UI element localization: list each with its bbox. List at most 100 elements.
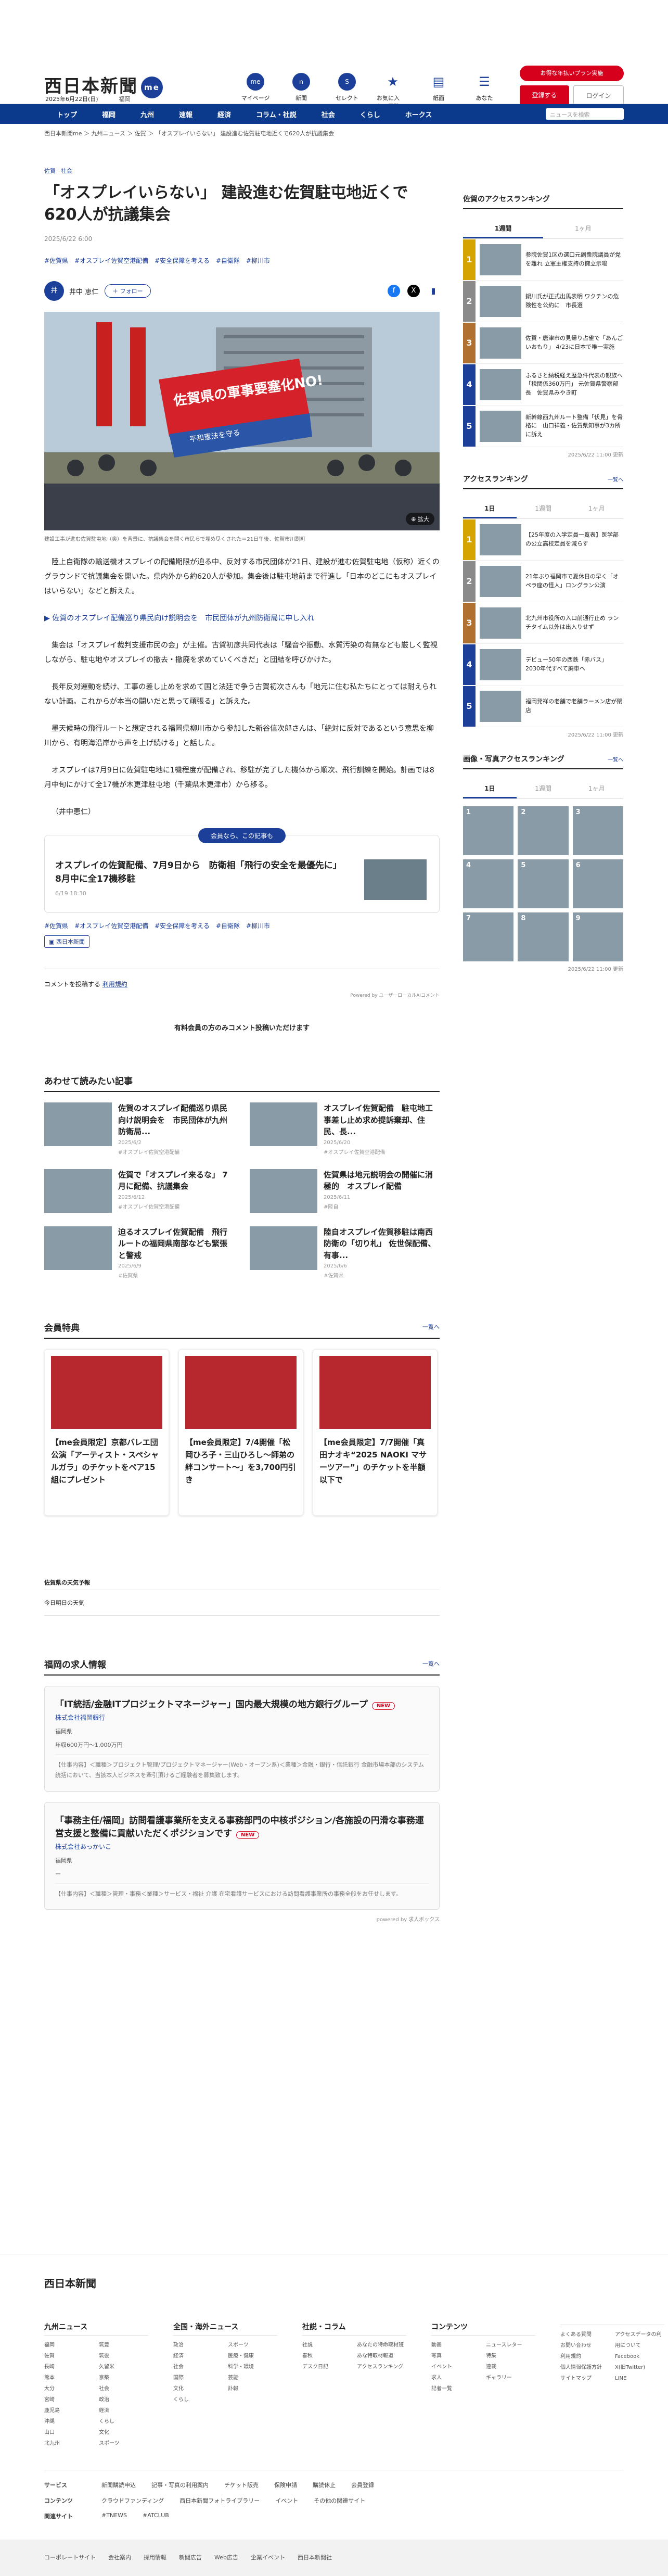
nav-item[interactable]: 速報 [166,109,205,119]
footer-link[interactable]: 求人 [431,2372,481,2383]
footer-link[interactable]: 山口 [44,2427,94,2438]
keyword-tag[interactable]: #自衛隊 [216,256,240,265]
footer-link[interactable]: アクセスランキング [357,2362,406,2372]
related-item[interactable]: 佐賀で「オスプレイ来るな」 7月に配備、抗議集会 2025/6/12 #オスプレイ佐… [44,1169,234,1213]
footer-link[interactable]: 利用規約 [560,2351,610,2362]
related-tag[interactable]: #オスプレイ佐賀空港配備 [118,1202,234,1210]
footer-row-link[interactable]: 記事・写真の利用案内 [151,2481,209,2489]
footer-link[interactable]: 個人情報保護方針 [560,2362,610,2373]
footer-link[interactable]: お問い合わせ [560,2340,610,2351]
member-benefit-card[interactable]: 【me会員限定】京都バレエ団公演「アーティスト・スペシャルガラ」のチケットをペア… [44,1349,169,1516]
footer-link[interactable]: 京築 [99,2372,148,2383]
bottom-link[interactable]: 新聞広告 [179,2553,202,2562]
photo-more-link[interactable]: 一覧へ [608,755,623,763]
footer-link[interactable]: 経済 [99,2405,148,2416]
footer-link[interactable]: 長崎 [44,2362,94,2372]
footer-row-link[interactable]: #ATCLUB [143,2512,169,2520]
footer-link[interactable]: 科学・環境 [228,2362,277,2372]
related-tag[interactable]: #オスプレイ佐賀空港配備 [118,1148,234,1156]
footer-link[interactable]: イベント [431,2362,481,2372]
related-tag[interactable]: #陸自 [324,1202,440,1210]
keyword-tag[interactable]: #オスプレイ佐賀空港配備 [74,921,148,930]
footer-link[interactable]: 文化 [173,2383,223,2394]
nav-item[interactable]: ホークス [393,109,445,119]
ranking-item[interactable]: 1 参院佐賀1区の選口元副衆院議員が党を離れ 立憲主権支持の擁立示唆 [463,239,623,281]
footer-link[interactable]: 国際 [173,2372,223,2383]
related-tag[interactable]: #佐賀県 [324,1271,440,1279]
ranking-item[interactable]: 2 鍋川氏が正式出馬表明 ワクチンの危険性を公約に 市長選 [463,281,623,322]
footer-row-link[interactable]: 保険申請 [274,2481,297,2489]
footer-link[interactable]: ニュースレター [486,2340,535,2351]
related-item[interactable]: 佐賀県は地元説明会の開催に消極的 オスプレイ配備 2025/6/11 #陸自 [250,1169,440,1213]
footer-row-link[interactable]: 新聞購読申込 [101,2481,136,2489]
footer-link[interactable]: くらし [99,2416,148,2427]
footer-link[interactable]: スポーツ [228,2340,277,2351]
follow-button[interactable]: ＋ フォロー [105,284,151,298]
footer-row-link[interactable]: その他の関連サイト [314,2496,365,2505]
footer-link[interactable]: 連載 [486,2362,535,2372]
footer-link[interactable]: デスク日記 [302,2362,352,2372]
member-benefit-card[interactable]: 【me会員限定】7/4開催「松岡ひろ子・三山ひろし～師弟の絆コンサート～」を3,… [178,1349,303,1516]
footer-link[interactable]: あな特取材報道 [357,2351,406,2362]
jobs-more-link[interactable]: 一覧へ [422,1659,440,1668]
bookmark-icon[interactable]: ▮ [427,285,440,297]
footer-link[interactable]: 大分 [44,2383,94,2394]
job-company[interactable]: 株式会社福岡銀行 [55,1713,429,1722]
keyword-tag[interactable]: #柳川市 [246,921,270,930]
footer-link[interactable]: 筑後 [99,2351,148,2362]
related-item[interactable]: 迫るオスプレイ佐賀配備 飛行ルートの福岡県南部なども緊張と警戒 2025/6/9 #… [44,1226,234,1279]
footer-link[interactable]: スポーツ [99,2438,148,2449]
related-item[interactable]: オスプレイ佐賀配備 駐屯地工事差し止め求め提訴棄却、住民、長... 2025/6/… [250,1102,440,1156]
photo-thumb[interactable]: 4 [463,859,514,908]
x-icon[interactable]: X [407,285,420,297]
footer-link[interactable]: 宮崎 [44,2394,94,2405]
tab[interactable]: 1ヶ月 [570,500,623,518]
footer-link[interactable]: 文化 [99,2427,148,2438]
keyword-tag[interactable]: #安全保障を考える [155,256,210,265]
terms-link[interactable]: 利用規約 [102,981,127,988]
photo-thumb[interactable]: 5 [518,859,569,908]
footer-row-link[interactable]: 購読休止 [313,2481,336,2489]
keyword-tag[interactable]: #佐賀県 [44,256,68,265]
related-item[interactable]: 陸自オスプレイ佐賀移駐は南西防衛の「切り札」 佐世保配備、有事... 2025/6… [250,1226,440,1279]
photo-thumb[interactable]: 3 [572,806,623,855]
footer-link[interactable]: あなたの特命取材班 [357,2340,406,2351]
footer-link[interactable]: 北九州 [44,2438,94,2449]
footer-link[interactable]: 動画 [431,2340,481,2351]
nav-item[interactable]: 九州 [128,109,166,119]
footer-link[interactable]: 熊本 [44,2372,94,2383]
tab[interactable]: 1ヶ月 [543,220,623,238]
job-card[interactable]: 「IT統括/金融ITプロジェクトマネージャー」国内最大規模の地方銀行グループ NE… [44,1686,440,1792]
nav-item[interactable]: 経済 [205,109,243,119]
footer-link[interactable]: 福岡 [44,2340,94,2351]
login-button[interactable]: ログイン [573,85,624,105]
footer-row-link[interactable]: 会員登録 [351,2481,374,2489]
ranking-item[interactable]: 5 福岡発祥の老舗で老舗ラーメン店が閉店 [463,686,623,727]
article-photo[interactable]: 佐賀県の軍事要塞化NO! 平和憲法を守る ⊕ 拡大 [44,312,440,530]
publisher-badge[interactable]: ▣ 西日本新聞 [44,935,89,948]
region-text[interactable]: 福岡 [119,96,131,103]
bottom-link[interactable]: 採用情報 [144,2553,166,2562]
ranking-item[interactable]: 4 デビュー50年の西鉄「赤バス」 2030年代すべて廃車へ [463,644,623,686]
footer-link[interactable]: 沖縄 [44,2416,94,2427]
tab[interactable]: 1日 [463,780,517,798]
category-tag[interactable]: 佐賀 [44,168,56,174]
footer-link[interactable]: 鹿児島 [44,2405,94,2416]
footer-row-link[interactable]: イベント [275,2496,298,2505]
related-tag[interactable]: #オスプレイ佐賀空港配備 [324,1148,440,1156]
facebook-icon[interactable]: f [388,285,400,297]
zoom-button[interactable]: ⊕ 拡大 [406,513,434,525]
footer-row-link[interactable]: クラウドファンディング [101,2496,164,2505]
promo-button[interactable]: お得な年払いプラン実施 [520,66,624,81]
member-article-card[interactable]: 会員なら、この記事も オスプレイの佐賀配備、7月9日から 防衛相「飛行の安全を最… [44,828,440,913]
footer-link[interactable]: 久留米 [99,2362,148,2372]
footer-link[interactable]: X(旧Twitter) [615,2362,664,2373]
related-item[interactable]: 佐賀のオスプレイ配備巡り県民向け説明会を 市民団体が九州防衛局... 2025/6… [44,1102,234,1156]
footer-link[interactable]: くらし [173,2394,223,2405]
footer-row-link[interactable]: #TNEWS [101,2512,127,2520]
tab[interactable]: 1週間 [517,780,570,798]
footer-link[interactable]: 政治 [173,2340,223,2351]
nav-item[interactable]: コラム・社説 [243,109,309,119]
member-benefit-card[interactable]: 【me会員限定】7/7開催「真田ナオキ“2025 NAOKI マサーツアー”」の… [313,1349,438,1516]
related-tag[interactable]: #佐賀県 [118,1271,234,1279]
